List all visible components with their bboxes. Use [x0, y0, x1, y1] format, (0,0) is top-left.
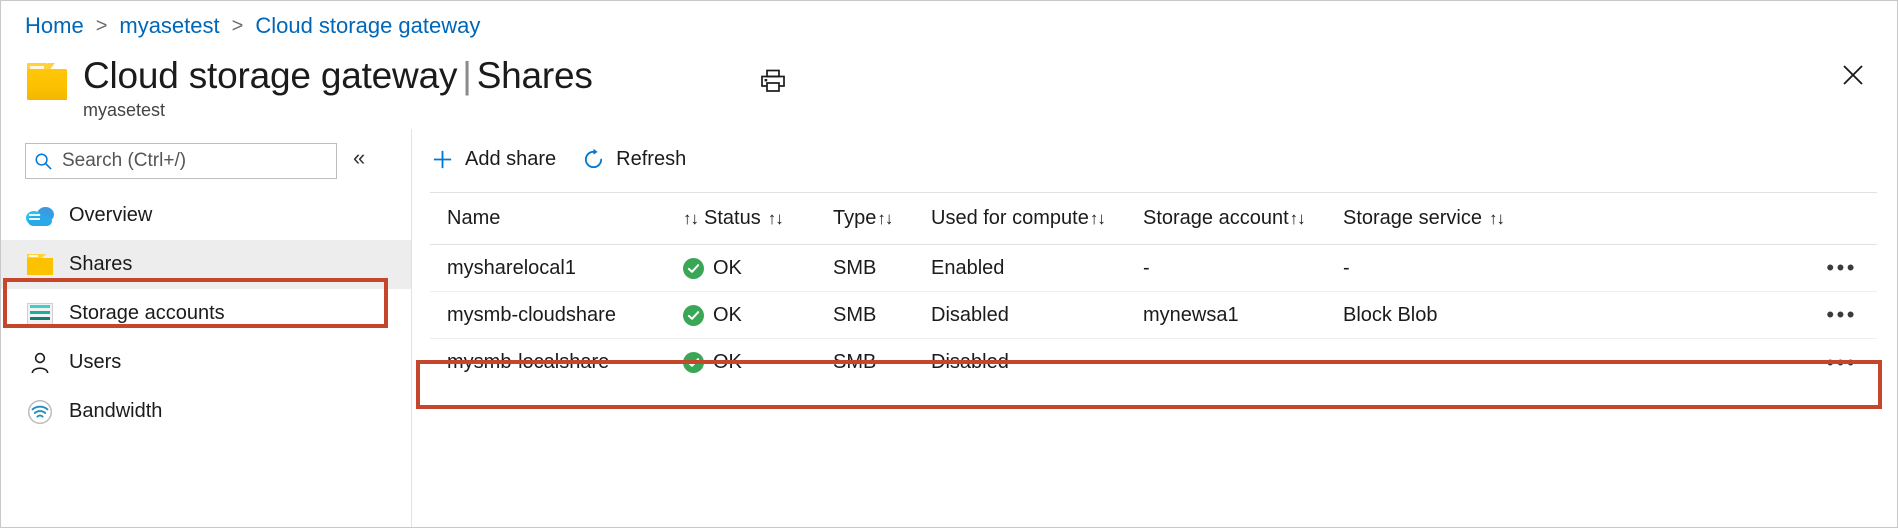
- cell-name: mysharelocal1: [430, 257, 683, 280]
- plus-icon: [431, 148, 454, 171]
- column-header-used-for-compute[interactable]: Used for compute ↑↓: [931, 207, 1143, 230]
- breadcrumb-separator: >: [232, 15, 244, 38]
- page-subtitle: myasetest: [83, 100, 165, 121]
- page-title-separator: |: [457, 55, 476, 96]
- sort-icon[interactable]: ↑↓: [1090, 209, 1105, 229]
- breadcrumb-separator: >: [96, 15, 108, 38]
- sidebar-item-label: Shares: [69, 253, 132, 276]
- search-box[interactable]: [25, 143, 337, 179]
- column-header-storage-account[interactable]: Storage account ↑↓: [1143, 207, 1343, 230]
- close-icon[interactable]: [1833, 55, 1873, 95]
- search-input[interactable]: [60, 149, 328, 173]
- sort-icon[interactable]: ↑↓: [1489, 209, 1504, 229]
- sidebar-item-shares[interactable]: Shares: [1, 240, 411, 289]
- sort-icon[interactable]: ↑↓: [768, 209, 783, 229]
- cell-type: SMB: [833, 257, 931, 280]
- page-title-resource: Cloud storage gateway: [83, 55, 457, 96]
- cell-storage-account: -: [1143, 351, 1343, 374]
- cell-storage-account: mynewsa1: [1143, 304, 1343, 327]
- breadcrumb-item-cloud-storage-gateway[interactable]: Cloud storage gateway: [255, 13, 480, 39]
- sidebar-item-users[interactable]: Users: [1, 338, 411, 387]
- column-header-name[interactable]: Name: [430, 207, 683, 230]
- page-title-section: Shares: [477, 55, 593, 96]
- sidebar-item-label: Overview: [69, 204, 152, 227]
- check-circle-icon: [683, 352, 704, 373]
- sidebar-item-storage-accounts[interactable]: Storage accounts: [1, 289, 411, 338]
- breadcrumb-item-myasetest[interactable]: myasetest: [119, 13, 219, 39]
- more-options-icon[interactable]: •••: [1826, 263, 1857, 273]
- user-icon: [25, 349, 55, 377]
- row-actions[interactable]: •••: [1563, 310, 1877, 320]
- shares-table: Name ↑↓ Status ↑↓ Type ↑↓ Used for compu…: [430, 192, 1877, 386]
- cell-storage-account: -: [1143, 257, 1343, 280]
- cell-storage-service: -: [1343, 351, 1563, 374]
- add-share-label: Add share: [465, 148, 556, 171]
- check-circle-icon: [683, 258, 704, 279]
- column-header-status[interactable]: ↑↓ Status ↑↓: [683, 207, 833, 230]
- table-row[interactable]: mysharelocal1 OK SMB Enabled - -: [430, 245, 1877, 292]
- refresh-icon: [582, 148, 605, 171]
- search-icon: [34, 152, 53, 171]
- main-content: Add share Refresh Name ↑↓ Sta: [412, 129, 1897, 528]
- refresh-label: Refresh: [616, 148, 686, 171]
- column-header-type[interactable]: Type ↑↓: [833, 207, 931, 230]
- sidebar-nav-list: Overview Shares Storage accounts: [1, 191, 411, 436]
- cell-name: mysmb-localshare: [430, 351, 683, 374]
- bandwidth-icon: [25, 398, 55, 426]
- status-label: OK: [713, 351, 742, 374]
- collapse-sidebar-icon[interactable]: «: [353, 147, 365, 169]
- cell-name: mysmb-cloudshare: [430, 304, 683, 327]
- cell-used-for-compute: Disabled: [931, 351, 1143, 374]
- cell-status: OK: [683, 257, 833, 280]
- breadcrumb: Home > myasetest > Cloud storage gateway: [25, 9, 480, 43]
- sort-icon[interactable]: ↑↓: [683, 209, 698, 229]
- column-header-label: Storage service: [1343, 207, 1482, 230]
- sidebar-item-bandwidth[interactable]: Bandwidth: [1, 387, 411, 436]
- column-header-label: Storage account: [1143, 207, 1289, 230]
- column-header-label: Type: [833, 207, 876, 230]
- sidebar-item-overview[interactable]: Overview: [1, 191, 411, 240]
- print-icon[interactable]: [753, 61, 793, 101]
- status-label: OK: [713, 304, 742, 327]
- cell-type: SMB: [833, 304, 931, 327]
- sidebar-item-label: Users: [69, 351, 121, 374]
- cell-storage-service: Block Blob: [1343, 304, 1563, 327]
- page-title: Cloud storage gateway|Shares: [83, 53, 593, 99]
- folder-icon: [25, 251, 55, 279]
- row-actions[interactable]: •••: [1563, 358, 1877, 368]
- sidebar-item-label: Bandwidth: [69, 400, 162, 423]
- check-circle-icon: [683, 305, 704, 326]
- column-header-label: Used for compute: [931, 207, 1089, 230]
- breadcrumb-item-home[interactable]: Home: [25, 13, 84, 39]
- cell-type: SMB: [833, 351, 931, 374]
- storage-account-icon: [25, 300, 55, 328]
- sort-icon[interactable]: ↑↓: [1290, 209, 1305, 229]
- sidebar: « Overview Shares: [1, 129, 411, 528]
- cell-status: OK: [683, 304, 833, 327]
- more-options-icon[interactable]: •••: [1826, 310, 1857, 320]
- command-bar: Add share Refresh: [412, 135, 712, 183]
- column-header-label: Status: [704, 207, 761, 230]
- table-row[interactable]: mysmb-cloudshare OK SMB Disabled mynewsa…: [430, 292, 1877, 339]
- column-header-label: Name: [447, 207, 500, 229]
- sidebar-item-label: Storage accounts: [69, 302, 225, 325]
- cloud-icon: [25, 202, 55, 230]
- azure-portal-blade: Home > myasetest > Cloud storage gateway…: [0, 0, 1898, 528]
- cell-storage-service: -: [1343, 257, 1563, 280]
- cell-used-for-compute: Enabled: [931, 257, 1143, 280]
- more-options-icon[interactable]: •••: [1826, 358, 1857, 368]
- refresh-button[interactable]: Refresh: [582, 139, 686, 179]
- folder-icon: [25, 61, 69, 101]
- add-share-button[interactable]: Add share: [431, 139, 556, 179]
- cell-status: OK: [683, 351, 833, 374]
- page-title-row: Cloud storage gateway|Shares: [25, 53, 593, 101]
- table-header-row: Name ↑↓ Status ↑↓ Type ↑↓ Used for compu…: [430, 192, 1877, 245]
- column-header-storage-service[interactable]: Storage service ↑↓: [1343, 207, 1563, 230]
- status-label: OK: [713, 257, 742, 280]
- row-actions[interactable]: •••: [1563, 263, 1877, 273]
- cell-used-for-compute: Disabled: [931, 304, 1143, 327]
- table-row[interactable]: mysmb-localshare OK SMB Disabled - -: [430, 339, 1877, 386]
- sort-icon[interactable]: ↑↓: [877, 209, 892, 229]
